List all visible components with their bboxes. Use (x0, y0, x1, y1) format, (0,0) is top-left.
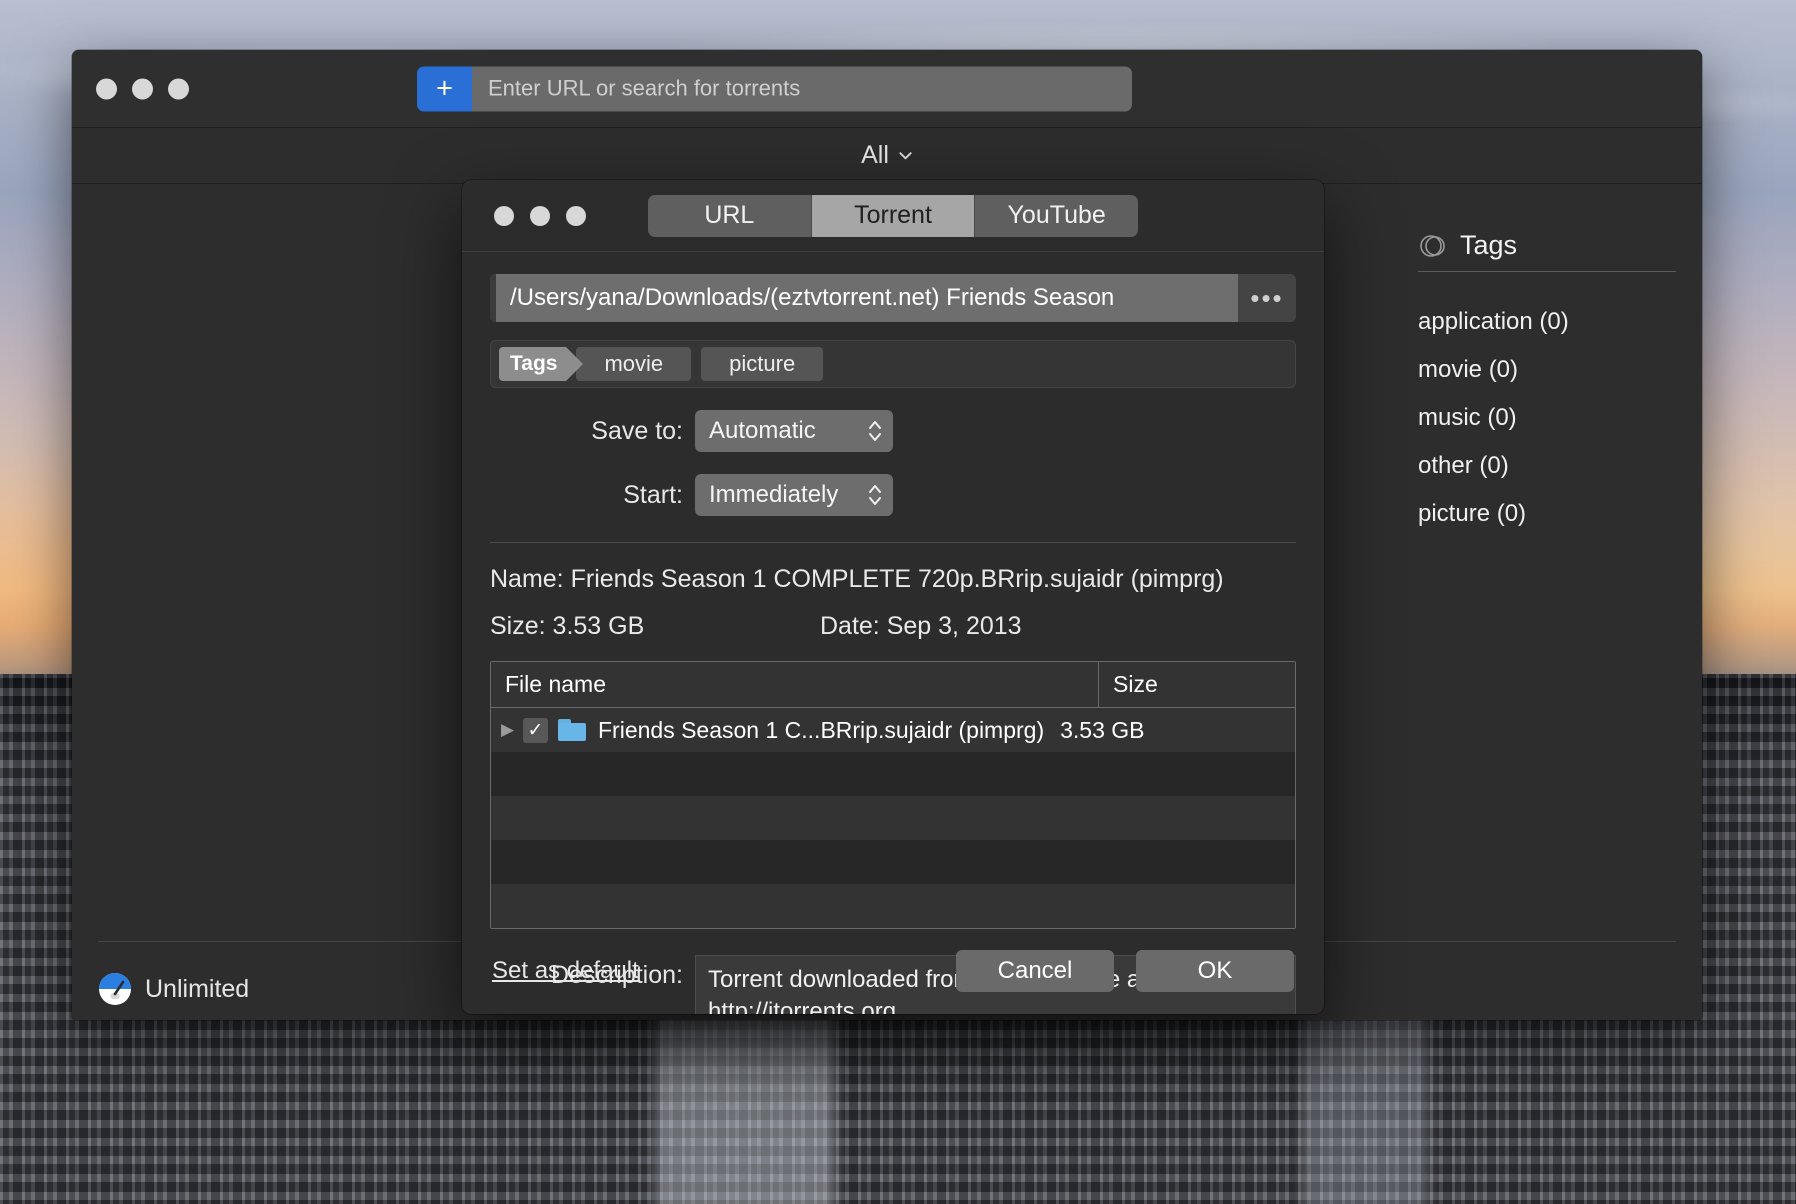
minimize-button[interactable] (132, 78, 153, 99)
source-type-segmented-control: URL Torrent YouTube (648, 194, 1138, 237)
sidebar-item-movie[interactable]: movie (0) (1418, 346, 1676, 394)
folder-icon (558, 719, 586, 741)
tag-circle-icon (1420, 234, 1445, 257)
search-input[interactable] (472, 66, 1132, 111)
file-size-cell: 3.53 GB (1060, 716, 1145, 743)
file-list-header: File name Size (491, 662, 1295, 708)
window-titlebar: + (72, 50, 1702, 128)
start-row: Start: Immediately (490, 474, 1296, 516)
start-select[interactable]: Immediately (695, 474, 893, 516)
close-button[interactable] (96, 78, 117, 99)
file-list-table: File name Size ▶ ✓ Friends Season 1 C...… (490, 661, 1296, 929)
set-as-default-link[interactable]: Set as default (492, 957, 639, 985)
tab-youtube[interactable]: YouTube (975, 194, 1138, 237)
torrent-name-line: Name: Friends Season 1 COMPLETE 720p.BRr… (490, 565, 1296, 594)
dialog-tags-row: Tags movie picture (490, 340, 1296, 388)
save-to-select[interactable]: Automatic (695, 410, 893, 452)
tags-title: Tags (1460, 230, 1518, 260)
dialog-body: /Users/yana/Downloads/(eztvtorrent.net) … (462, 252, 1324, 1014)
size-label: Size: (490, 612, 546, 640)
filter-all-dropdown[interactable]: All (861, 141, 913, 170)
column-header-size[interactable]: Size (1099, 662, 1295, 707)
chevron-down-icon (899, 152, 912, 160)
table-row-empty (491, 752, 1295, 796)
start-label: Start: (623, 480, 683, 509)
speed-limit-label: Unlimited (145, 974, 250, 1003)
dialog-traffic-lights (494, 205, 586, 226)
torrent-path-row: /Users/yana/Downloads/(eztvtorrent.net) … (490, 274, 1296, 322)
status-bar: Unlimited (98, 972, 249, 1006)
tab-url[interactable]: URL (648, 194, 812, 237)
tag-chip-picture[interactable]: picture (701, 347, 824, 381)
table-row[interactable]: ▶ ✓ Friends Season 1 C...BRrip.sujaidr (… (491, 708, 1295, 752)
table-row-empty (491, 840, 1295, 884)
dialog-footer: Set as default Cancel OK (462, 928, 1324, 1014)
filter-all-label: All (861, 141, 889, 169)
window-traffic-lights (96, 78, 189, 99)
stepper-icon (867, 418, 883, 444)
table-row-empty (491, 884, 1295, 928)
sidebar-item-picture[interactable]: picture (0) (1418, 490, 1676, 538)
plus-icon[interactable]: + (417, 66, 472, 111)
table-row-empty (491, 796, 1295, 840)
column-header-file-name[interactable]: File name (491, 662, 1099, 707)
save-to-label: Save to: (591, 416, 683, 445)
sidebar-item-other[interactable]: other (0) (1418, 442, 1676, 490)
ok-button[interactable]: OK (1136, 950, 1294, 992)
tags-divider (1418, 271, 1676, 272)
date-value: Sep 3, 2013 (886, 612, 1022, 640)
dialog-maximize-button[interactable] (566, 205, 586, 226)
tab-torrent[interactable]: Torrent (811, 194, 976, 237)
torrent-date-line: Date: Sep 3, 2013 (820, 612, 1022, 641)
dialog-divider (490, 542, 1296, 543)
stepper-icon (867, 482, 883, 508)
triangle-right-icon[interactable]: ▶ (501, 720, 523, 740)
tag-chip-movie[interactable]: movie (576, 347, 692, 381)
tags-sidebar: Tags application (0) movie (0) music (0)… (1392, 184, 1702, 1020)
dialog-titlebar: URL Torrent YouTube (462, 180, 1324, 252)
save-to-value: Automatic (709, 417, 816, 444)
file-name-cell: Friends Season 1 C...BRrip.sujaidr (pimp… (598, 716, 1045, 743)
speedometer-icon[interactable] (98, 972, 132, 1006)
dialog-minimize-button[interactable] (530, 205, 550, 226)
torrent-path-input[interactable]: /Users/yana/Downloads/(eztvtorrent.net) … (490, 274, 1238, 322)
add-torrent-dialog: URL Torrent YouTube /Users/yana/Download… (462, 180, 1324, 1014)
save-to-row: Save to: Automatic (490, 410, 1296, 452)
cancel-button[interactable]: Cancel (956, 950, 1114, 992)
browse-ellipsis-button[interactable]: ••• (1238, 274, 1296, 322)
name-value: Friends Season 1 COMPLETE 720p.BRrip.suj… (570, 565, 1224, 593)
add-torrent-bar: + (417, 66, 1132, 111)
tags-breadcrumb-label: Tags (499, 347, 585, 381)
dialog-close-button[interactable] (494, 205, 514, 226)
date-label: Date: (820, 612, 880, 640)
maximize-button[interactable] (168, 78, 189, 99)
tags-header: Tags (1418, 230, 1676, 271)
torrent-meta-row: Size: 3.53 GB Date: Sep 3, 2013 (490, 612, 1296, 641)
name-label: Name: (490, 565, 564, 593)
start-value: Immediately (709, 481, 839, 508)
torrent-size-line: Size: 3.53 GB (490, 612, 820, 641)
size-value: 3.53 GB (552, 612, 645, 640)
file-checkbox[interactable]: ✓ (523, 717, 548, 743)
filter-row: All (72, 128, 1702, 184)
sidebar-item-application[interactable]: application (0) (1418, 298, 1676, 346)
sidebar-item-music[interactable]: music (0) (1418, 394, 1676, 442)
